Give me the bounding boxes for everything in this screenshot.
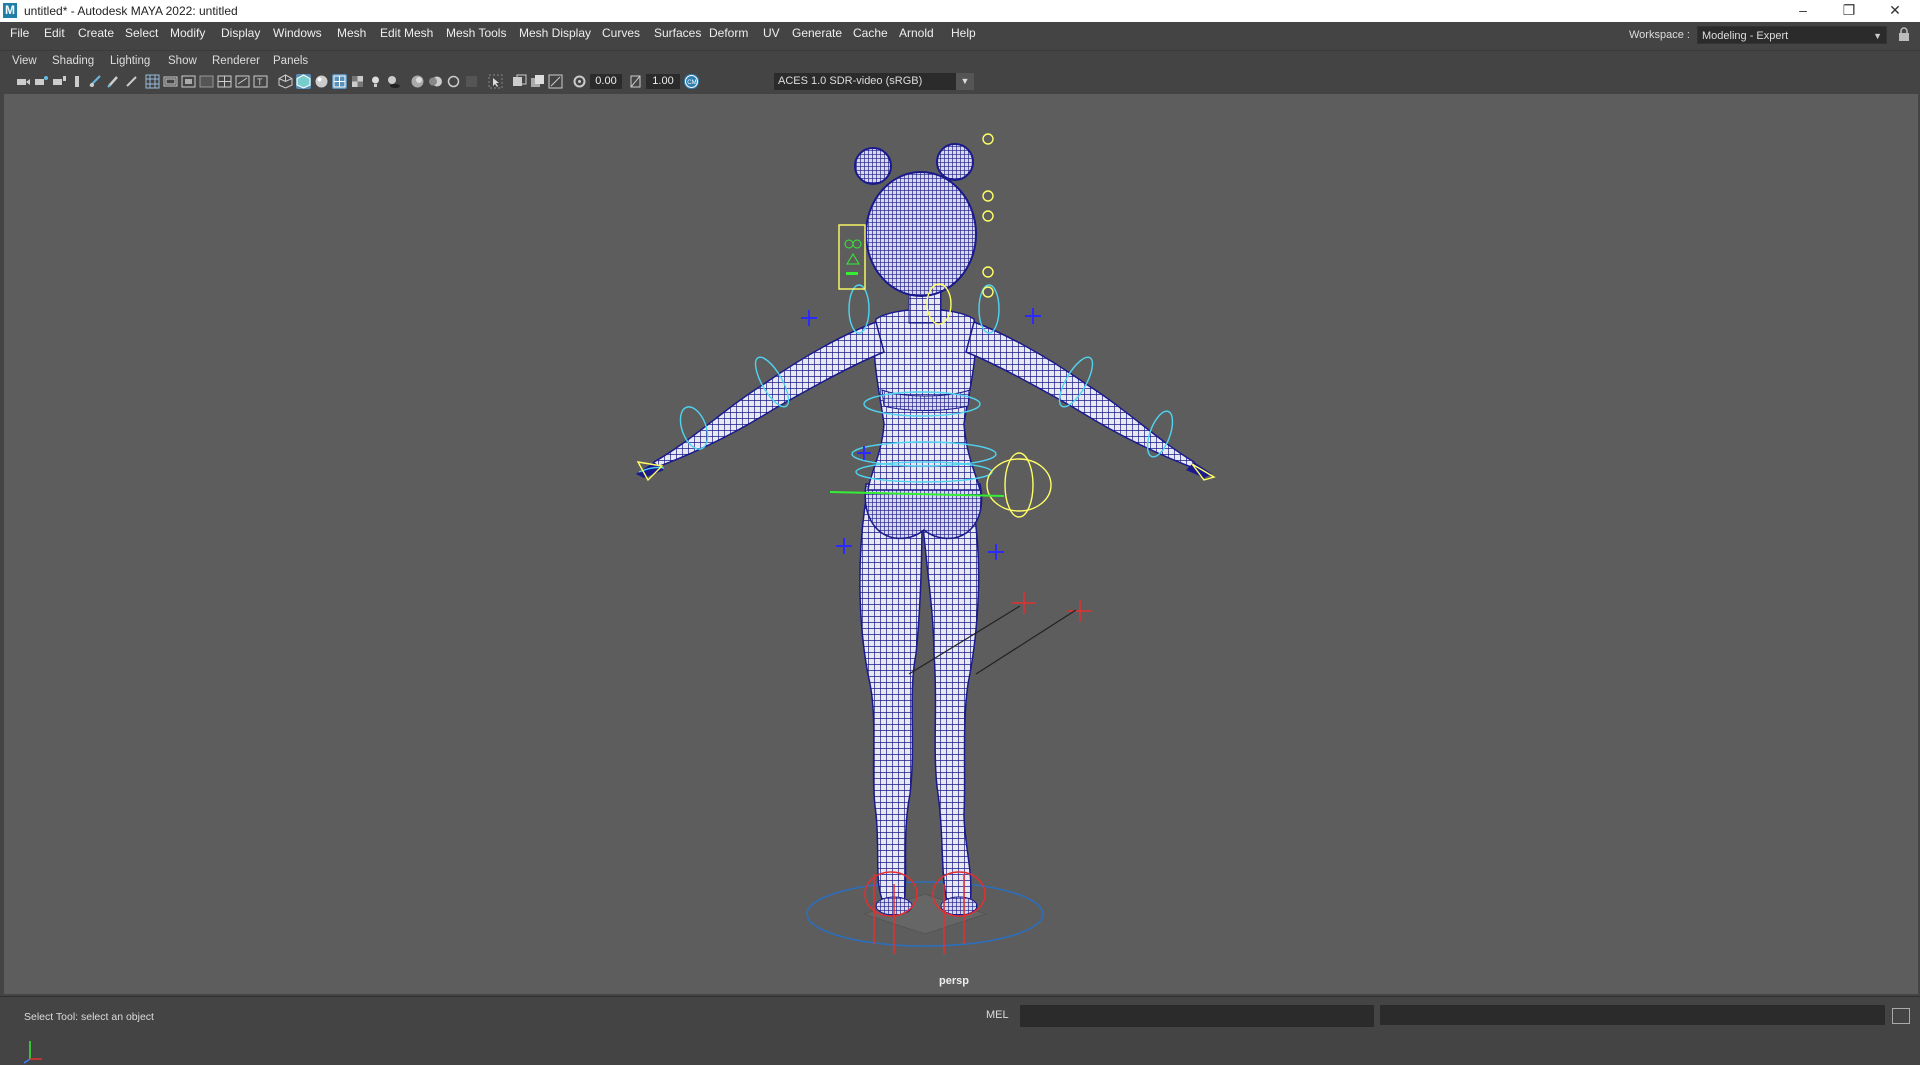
root-control-icon[interactable] <box>806 881 1044 947</box>
color-management-dropdown[interactable]: ACES 1.0 SDR-video (sRGB) <box>774 73 974 90</box>
camera-name-label: persp <box>939 975 969 987</box>
panel-menu-lighting[interactable]: Lighting <box>110 55 150 67</box>
anti-aliasing-icon[interactable] <box>446 74 461 89</box>
script-language-toggle[interactable]: MEL <box>986 1009 1009 1021</box>
svg-text:T: T <box>257 77 263 87</box>
window-title: untitled* - Autodesk MAYA 2022: untitled <box>24 4 238 18</box>
grease-pencil-icon[interactable] <box>106 74 121 89</box>
menu-cache[interactable]: Cache <box>853 26 888 40</box>
gamma-field[interactable]: 1.00 <box>646 74 680 89</box>
menu-mesh-tools[interactable]: Mesh Tools <box>446 26 506 40</box>
menu-modify[interactable]: Modify <box>170 26 205 40</box>
panel-menu-show[interactable]: Show <box>168 55 197 67</box>
panel-menu-panels[interactable]: Panels <box>273 55 308 67</box>
use-all-lights-icon[interactable] <box>368 74 383 89</box>
gate-mask-icon[interactable] <box>199 74 214 89</box>
grid-icon[interactable] <box>145 74 160 89</box>
shadows-icon[interactable] <box>386 74 401 89</box>
svg-text:CM: CM <box>687 80 696 86</box>
textured-icon[interactable] <box>350 74 365 89</box>
maya-logo-icon: M <box>3 3 17 18</box>
menu-mesh[interactable]: Mesh <box>337 26 366 40</box>
menu-windows[interactable]: Windows <box>273 26 322 40</box>
pole-vector-controls[interactable] <box>1012 592 1092 622</box>
menu-arnold[interactable]: Arnold <box>899 26 934 40</box>
field-chart-icon[interactable] <box>217 74 232 89</box>
window-title-bar: M untitled* - Autodesk MAYA 2022: untitl… <box>0 0 1920 22</box>
safe-title-icon[interactable]: T <box>253 74 268 89</box>
default-material-icon[interactable] <box>314 74 329 89</box>
exposure-field[interactable]: 0.00 <box>590 74 622 89</box>
menu-select[interactable]: Select <box>125 26 158 40</box>
face-control-panel-icon[interactable] <box>844 239 862 275</box>
panel-menu-renderer[interactable]: Renderer <box>212 55 260 67</box>
depth-of-field-icon[interactable] <box>464 74 479 89</box>
menu-edit[interactable]: Edit <box>44 26 65 40</box>
2d-pan-zoom-icon[interactable] <box>88 74 103 89</box>
xray-joints-icon[interactable] <box>548 74 563 89</box>
help-line: Select Tool: select an object <box>24 1011 154 1023</box>
panel-menu-view[interactable]: View <box>12 55 37 67</box>
screen-space-ao-icon[interactable] <box>410 74 425 89</box>
panel-menu-bar: View Shading Lighting Show Renderer Pane… <box>8 53 1920 71</box>
close-button[interactable]: ✕ <box>1872 0 1918 22</box>
workspace-label: Workspace : <box>1629 29 1690 41</box>
menu-curves[interactable]: Curves <box>602 26 640 40</box>
pencil-icon[interactable] <box>124 74 139 89</box>
viewport-persp[interactable] <box>4 94 1918 1064</box>
select-camera-icon[interactable] <box>16 74 31 89</box>
resolution-gate-icon[interactable] <box>181 74 196 89</box>
panel-menu-shading[interactable]: Shading <box>52 55 94 67</box>
script-editor-icon[interactable] <box>1892 1008 1910 1024</box>
wireframe-on-shaded-icon[interactable] <box>332 74 347 89</box>
menu-edit-mesh[interactable]: Edit Mesh <box>380 26 433 40</box>
command-input[interactable] <box>1020 1005 1374 1027</box>
film-gate-icon[interactable] <box>163 74 178 89</box>
gamma-icon[interactable] <box>628 74 643 89</box>
menu-create[interactable]: Create <box>78 26 114 40</box>
safe-action-icon[interactable] <box>235 74 250 89</box>
isolate-select-icon[interactable] <box>488 74 503 89</box>
minimize-button[interactable]: – <box>1780 0 1826 22</box>
workspace-dropdown[interactable]: Modeling - Expert ▼ <box>1697 26 1887 44</box>
axis-gizmo-icon <box>23 1041 42 1064</box>
motion-blur-icon[interactable] <box>428 74 443 89</box>
menu-mesh-display[interactable]: Mesh Display <box>519 26 591 40</box>
character-mesh[interactable] <box>636 143 1212 916</box>
menu-deform[interactable]: Deform <box>709 26 748 40</box>
menu-display[interactable]: Display <box>221 26 260 40</box>
lock-icon[interactable] <box>1898 27 1912 43</box>
scene-canvas[interactable] <box>4 94 1918 994</box>
xray-icon[interactable] <box>512 74 527 89</box>
menu-file[interactable]: File <box>10 26 29 40</box>
view-transform-icon[interactable]: CM <box>684 74 699 89</box>
camera-attributes-icon[interactable] <box>34 74 49 89</box>
image-plane-icon[interactable] <box>70 74 85 89</box>
exposure-icon[interactable] <box>572 74 587 89</box>
menu-surfaces[interactable]: Surfaces <box>654 26 701 40</box>
menu-uv[interactable]: UV <box>763 26 780 40</box>
menu-help[interactable]: Help <box>951 26 976 40</box>
chevron-down-icon[interactable]: ▼ <box>956 73 974 90</box>
smooth-shade-icon[interactable] <box>296 74 311 89</box>
command-result-field <box>1380 1005 1885 1025</box>
restore-button[interactable]: ❐ <box>1826 0 1872 22</box>
menu-generate[interactable]: Generate <box>792 26 842 40</box>
bookmarks-icon[interactable] <box>52 74 67 89</box>
color-management-value: ACES 1.0 SDR-video (sRGB) <box>778 75 923 87</box>
xray-active-components-icon[interactable] <box>530 74 545 89</box>
chevron-down-icon: ▼ <box>1873 31 1882 41</box>
workspace-value: Modeling - Expert <box>1702 30 1789 42</box>
wireframe-icon[interactable] <box>278 74 293 89</box>
